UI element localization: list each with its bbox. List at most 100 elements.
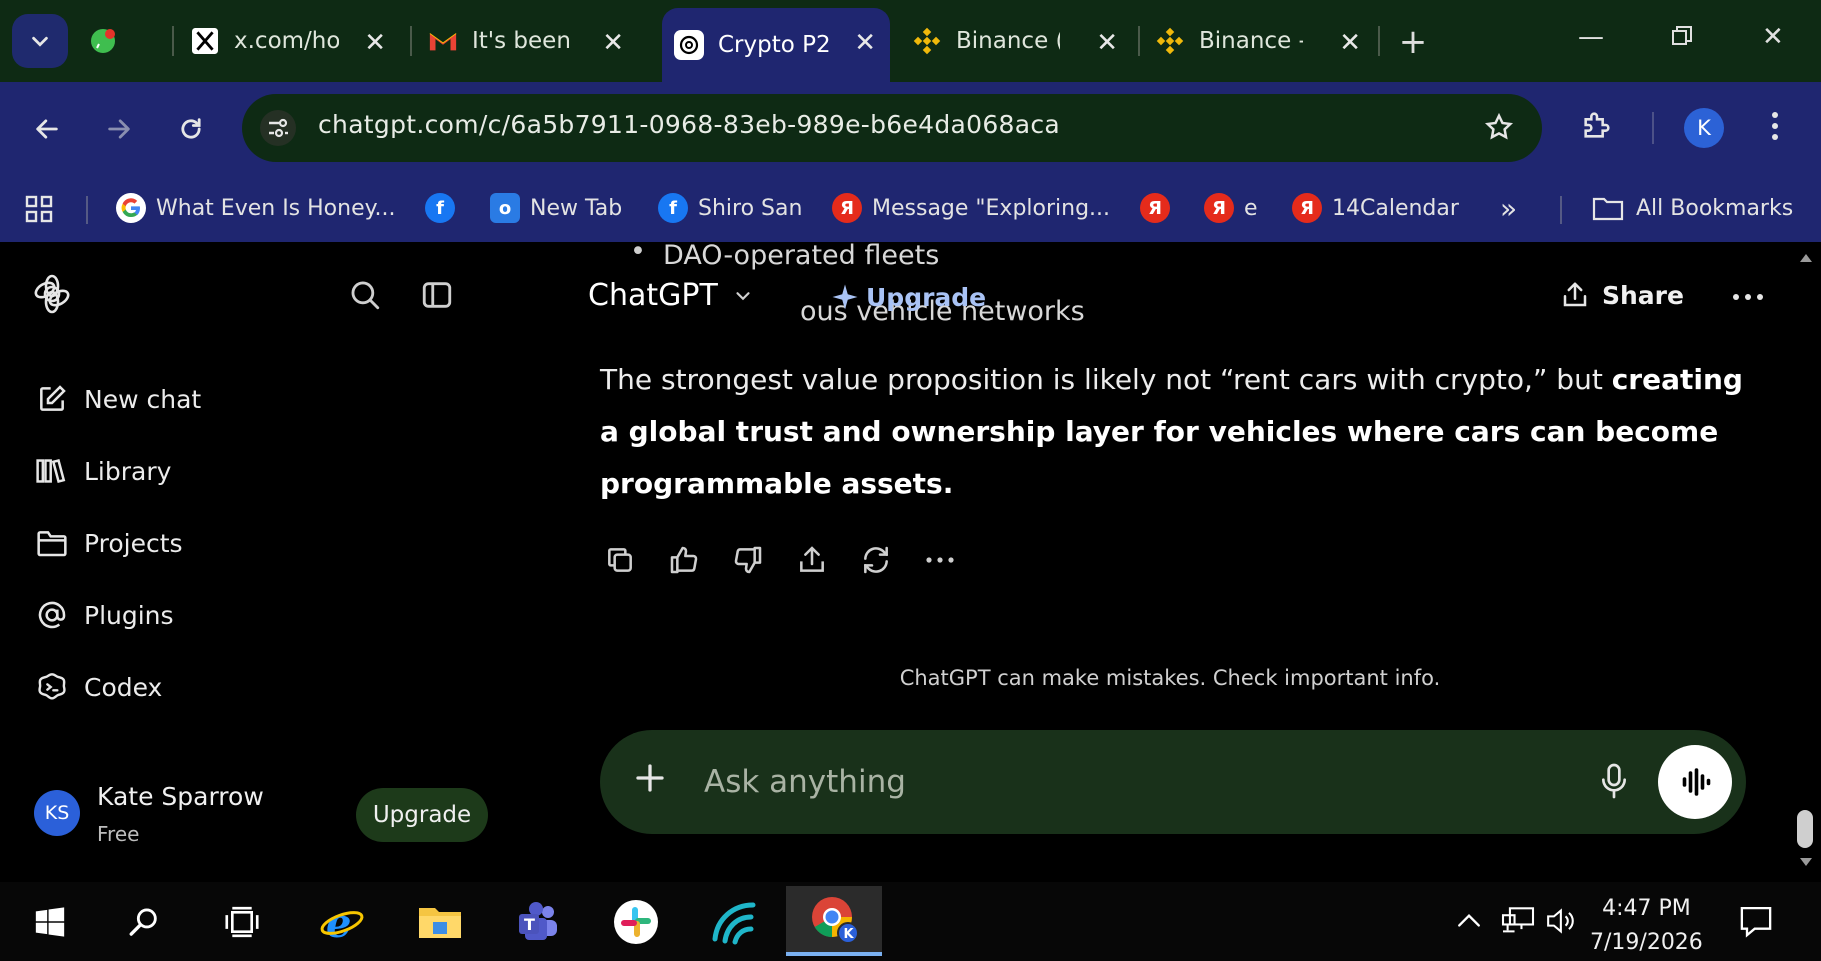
voice-mode-button[interactable] — [1658, 745, 1732, 819]
system-clock[interactable]: 4:47 PM 7/19/2026 — [1590, 892, 1703, 960]
user-name[interactable]: Kate Sparrow — [97, 782, 264, 811]
user-avatar[interactable]: KS — [34, 790, 80, 836]
file-explorer-button[interactable] — [402, 890, 478, 954]
windows-logo-icon — [33, 905, 67, 939]
close-window-button[interactable]: ✕ — [1762, 22, 1784, 52]
bookmark-14calendar[interactable]: Я 14Calendar — [1292, 188, 1459, 228]
scrollbar-thumb[interactable] — [1797, 810, 1813, 848]
message-composer[interactable]: Ask anything — [600, 730, 1746, 834]
x-logo-icon — [190, 26, 220, 56]
search-icon[interactable] — [348, 278, 382, 312]
microphone-icon[interactable] — [1598, 762, 1630, 800]
copy-button[interactable] — [600, 540, 640, 580]
attach-plus-icon[interactable] — [632, 760, 668, 796]
start-button[interactable] — [12, 890, 88, 954]
site-settings-icon[interactable] — [260, 110, 296, 146]
thumbs-up-button[interactable] — [664, 540, 704, 580]
facebook-icon: f — [425, 193, 455, 223]
new-tab-button[interactable]: + — [1393, 22, 1433, 62]
close-tab-icon[interactable]: ✕ — [854, 28, 876, 58]
bookmark-yandex[interactable]: Я — [1140, 188, 1180, 228]
network-icon[interactable] — [1500, 906, 1536, 936]
bookmark-shiro-san[interactable]: f Shiro San — [658, 188, 802, 228]
apps-grid-icon[interactable] — [24, 194, 54, 224]
header-upgrade-button[interactable]: Upgrade — [830, 282, 986, 312]
more-options-icon[interactable] — [1732, 292, 1764, 302]
restore-button[interactable] — [1670, 24, 1694, 48]
bookmarks-divider — [1560, 196, 1562, 224]
notifications-icon[interactable] — [1738, 904, 1774, 938]
codex-icon — [34, 669, 70, 705]
tab-chatgpt-active[interactable]: Crypto P2 ✕ — [662, 8, 890, 82]
sidebar-item-label: Projects — [84, 528, 183, 558]
openai-logo-icon[interactable] — [30, 272, 74, 316]
extensions-icon[interactable] — [1580, 108, 1614, 142]
yandex-icon: Я — [1140, 193, 1170, 223]
sidebar-toggle-icon[interactable] — [420, 278, 454, 312]
bookmark-label: Shiro San — [698, 195, 803, 221]
volume-icon[interactable] — [1544, 906, 1580, 936]
sidebar-item-plugins[interactable]: Plugins — [34, 590, 174, 640]
show-hidden-icons[interactable] — [1456, 910, 1482, 930]
regenerate-button[interactable] — [856, 540, 896, 580]
sidebar-item-new-chat[interactable]: New chat — [34, 374, 201, 424]
close-tab-icon[interactable]: ✕ — [364, 28, 386, 58]
browser-menu-icon[interactable] — [1770, 110, 1780, 142]
tab-binance-1[interactable]: Binance ( ✕ — [912, 8, 1132, 74]
tab-title: It's been — [472, 28, 571, 54]
profile-avatar[interactable]: K — [1684, 108, 1724, 148]
taskbar-search-button[interactable] — [106, 890, 182, 954]
yandex-icon: Я — [832, 193, 862, 223]
svg-text:T: T — [524, 915, 535, 934]
address-bar[interactable]: chatgpt.com/c/6a5b7911-0968-83eb-989e-b6… — [242, 94, 1542, 162]
sidebar-upgrade-button[interactable]: Upgrade — [356, 788, 488, 842]
bookmark-facebook[interactable]: f — [425, 188, 465, 228]
user-plan: Free — [97, 822, 140, 846]
bookmarks-bar: What Even Is Honey... f o New Tab f Shir… — [0, 174, 1821, 243]
close-tab-icon[interactable]: ✕ — [1096, 28, 1118, 58]
bookmark-star-icon[interactable] — [1484, 112, 1514, 142]
assistant-message: The strongest value proposition is likel… — [600, 354, 1770, 510]
tab-whatsapp[interactable] — [88, 8, 168, 74]
reload-button[interactable] — [166, 104, 216, 154]
bookmark-new-tab[interactable]: o New Tab — [490, 188, 622, 228]
chat-sidebar: New chat Library Projects Plugins Codex … — [0, 242, 570, 882]
all-bookmarks-button[interactable]: All Bookmarks — [1592, 188, 1793, 228]
binance-icon — [1155, 26, 1185, 56]
internet-explorer-icon: e — [319, 899, 365, 945]
url-text[interactable]: chatgpt.com/c/6a5b7911-0968-83eb-989e-b6… — [318, 110, 1060, 139]
share-button[interactable]: Share — [1560, 280, 1684, 310]
bookmark-honey[interactable]: What Even Is Honey... — [116, 188, 395, 228]
minimize-button[interactable]: — — [1578, 22, 1604, 52]
page-scrollbar[interactable] — [1790, 242, 1821, 882]
more-actions-button[interactable] — [920, 540, 960, 580]
bookmark-message-exploring[interactable]: Я Message "Exploring... — [832, 188, 1110, 228]
scroll-down-icon[interactable] — [1798, 856, 1814, 868]
sidebar-item-codex[interactable]: Codex — [34, 662, 162, 712]
internet-explorer-button[interactable]: e — [304, 890, 380, 954]
bookmarks-overflow-button[interactable]: » — [1500, 188, 1517, 228]
composer-input[interactable]: Ask anything — [704, 764, 906, 800]
slack-button[interactable] — [598, 890, 674, 954]
tab-binance-2[interactable]: Binance - ✕ — [1155, 8, 1375, 74]
thumbs-down-button[interactable] — [728, 540, 768, 580]
sidebar-item-library[interactable]: Library — [34, 446, 171, 496]
close-tab-icon[interactable]: ✕ — [1339, 28, 1361, 58]
arrow-left-icon — [33, 115, 61, 143]
teams-button[interactable]: T — [500, 890, 576, 954]
forward-button[interactable] — [94, 104, 144, 154]
yandex-icon: Я — [1204, 193, 1234, 223]
tab-gmail[interactable]: It's been ✕ — [428, 8, 638, 74]
task-view-button[interactable] — [204, 890, 280, 954]
chrome-taskbar-button[interactable]: K — [786, 886, 882, 956]
bookmark-e[interactable]: Я e — [1204, 188, 1258, 228]
back-button[interactable] — [22, 104, 72, 154]
scroll-up-icon[interactable] — [1798, 252, 1814, 264]
tab-search-button[interactable] — [12, 14, 68, 68]
sidebar-item-projects[interactable]: Projects — [34, 518, 183, 568]
app-wave-button[interactable] — [696, 890, 772, 954]
model-selector[interactable]: ChatGPT — [588, 278, 754, 313]
share-message-button[interactable] — [792, 540, 832, 580]
close-tab-icon[interactable]: ✕ — [602, 28, 624, 58]
tab-x[interactable]: x.com/ho ✕ — [190, 8, 400, 74]
